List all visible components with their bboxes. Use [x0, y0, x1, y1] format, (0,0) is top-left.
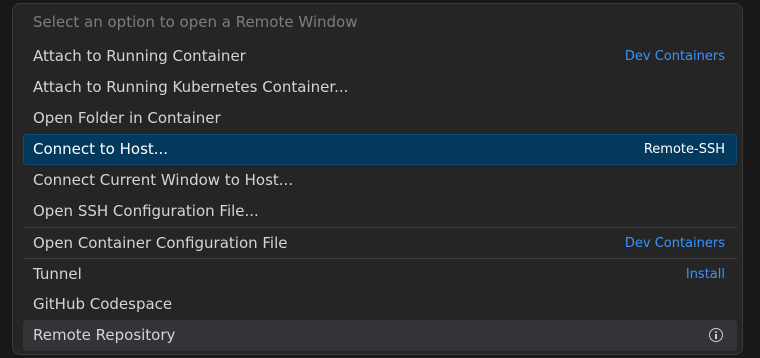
option-source-tag: Dev Containers: [624, 49, 725, 64]
option-open-folder-in-container[interactable]: Open Folder in Container: [23, 103, 737, 134]
option-label: Connect Current Window to Host...: [33, 171, 294, 189]
option-open-ssh-config-file[interactable]: Open SSH Configuration File...: [23, 196, 737, 227]
option-label: Open SSH Configuration File...: [33, 202, 259, 220]
option-tunnel[interactable]: Tunnel Install: [23, 258, 737, 289]
option-label: Attach to Running Container: [33, 47, 246, 65]
option-open-container-config-file[interactable]: Open Container Configuration File Dev Co…: [23, 227, 737, 258]
option-label: Remote Repository: [33, 326, 176, 344]
option-label: Open Container Configuration File: [33, 234, 288, 252]
option-label: Open Folder in Container: [33, 109, 221, 127]
option-source-tag: Dev Containers: [624, 236, 725, 251]
quick-pick-placeholder[interactable]: Select an option to open a Remote Window: [33, 12, 358, 32]
option-remote-repository[interactable]: Remote Repository: [23, 320, 737, 351]
install-link[interactable]: Install: [686, 259, 725, 290]
option-label: Connect to Host...: [33, 140, 169, 158]
option-attach-running-container[interactable]: Attach to Running Container Dev Containe…: [23, 41, 737, 72]
quick-pick-list: Attach to Running Container Dev Containe…: [23, 41, 737, 351]
remote-window-quick-pick: Select an option to open a Remote Window…: [12, 3, 743, 355]
option-connect-current-window-to-host[interactable]: Connect Current Window to Host...: [23, 165, 737, 196]
option-attach-kubernetes-container[interactable]: Attach to Running Kubernetes Container..…: [23, 72, 737, 103]
option-label: Attach to Running Kubernetes Container..…: [33, 78, 349, 96]
option-label: GitHub Codespace: [33, 295, 173, 313]
option-source-tag: Remote-SSH: [643, 142, 725, 157]
option-connect-to-host[interactable]: Connect to Host... Remote-SSH: [23, 134, 737, 165]
info-icon[interactable]: [709, 328, 723, 342]
option-github-codespace[interactable]: GitHub Codespace: [23, 289, 737, 320]
option-label: Tunnel: [33, 265, 82, 283]
